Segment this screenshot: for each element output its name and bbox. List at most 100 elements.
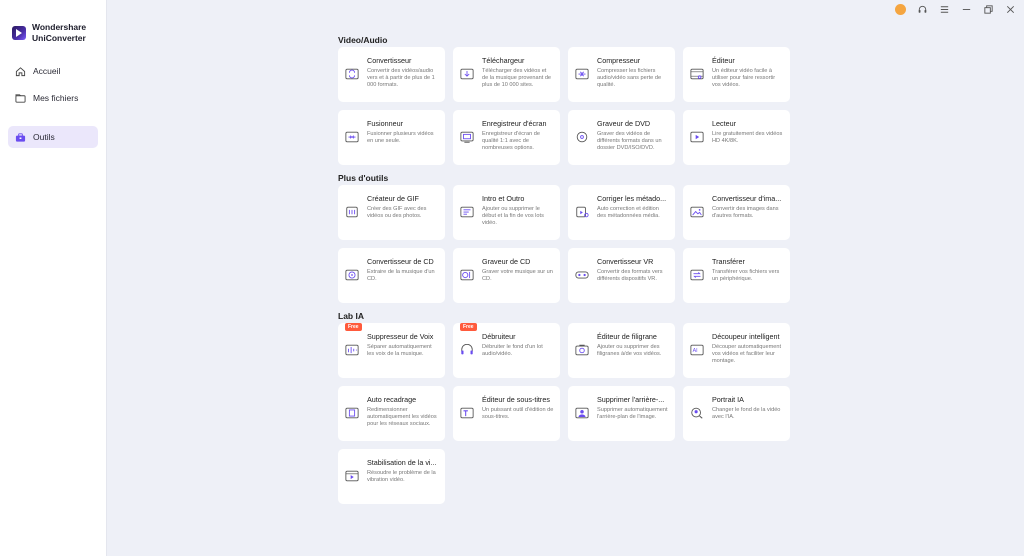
tool-card-transferer[interactable]: Transférer Transférer vos fichiers vers u… — [683, 248, 790, 303]
tool-card-description: Convertir des vidéos/audio vers et à par… — [367, 68, 435, 88]
tool-card-description: Extraire de la musique d'un CD. — [367, 269, 435, 282]
restore-icon[interactable] — [983, 4, 994, 15]
tool-card-description: Ajouter ou supprimer des filigranes à/de… — [597, 344, 662, 357]
tool-card-description: Fusionner plusieurs vidéos en une seule. — [367, 131, 434, 144]
tool-card-editeur[interactable]: Éditeur Un éditeur vidéo facile à utilise… — [683, 47, 790, 102]
sidebar-item-outils[interactable]: Outils — [8, 126, 98, 148]
reframe-icon — [345, 407, 359, 419]
tool-card-corriger-les-metado[interactable]: Corriger les métado... Auto correction et… — [568, 185, 675, 240]
tool-card-convertisseur-d-ima[interactable]: Convertisseur d'ima... Convertir des imag… — [683, 185, 790, 240]
compress-icon — [575, 68, 589, 80]
screen-record-icon — [460, 131, 474, 143]
player-icon — [690, 131, 704, 143]
tool-card-title: Portrait IA — [712, 395, 744, 404]
download-icon — [460, 68, 474, 80]
sidebar-nav: Accueil Mes fichiers Outils — [0, 60, 106, 148]
tool-card-auto-recadrage[interactable]: Auto recadrage Redimensionner automatique… — [338, 386, 445, 441]
section-plus-d-outils: Plus d'outils Créateur de GIF Créer des GI… — [338, 173, 798, 303]
voice-remove-icon — [345, 344, 359, 356]
brand: Wondershare UniConverter — [0, 22, 106, 44]
intro-icon — [460, 206, 474, 218]
free-badge: Free — [345, 323, 362, 331]
tool-card-lecteur[interactable]: Lecteur Lire gratuitement des vidéos HD 4… — [683, 110, 790, 165]
tool-card-description: Supprimer automatiquement l'arrière-plan… — [597, 407, 668, 420]
tool-card-title: Graveur de DVD — [597, 119, 651, 128]
tool-card-description: Compresser les fichiers audio/vidéo sans… — [597, 68, 662, 88]
tool-card-convertisseur-de-cd[interactable]: Convertisseur de CD Extraire de la musiqu… — [338, 248, 445, 303]
bg-remove-icon — [575, 407, 589, 419]
tool-card-title: Fusionneur — [367, 119, 403, 128]
brand-line-1: Wondershare — [32, 22, 87, 32]
tool-card-title: Compresseur — [597, 56, 641, 65]
merge-icon — [345, 131, 359, 143]
sidebar-item-label: Mes fichiers — [33, 93, 79, 103]
tool-card-title: Enregistreur d'écran — [482, 119, 547, 128]
close-icon[interactable] — [1005, 4, 1016, 15]
stabilize-icon — [345, 470, 359, 482]
sidebar-item-label: Outils — [33, 132, 55, 142]
tool-card-createur-de-gif[interactable]: Créateur de GIF Créer des GIF avec des vi… — [338, 185, 445, 240]
vr-icon — [575, 271, 589, 279]
tool-card-title: Auto recadrage — [367, 395, 417, 404]
section-lab-ia: Lab IA Free Suppresseur de Voix Séparer aut… — [338, 311, 798, 504]
headset-icon[interactable] — [917, 4, 928, 15]
tool-card-description: Convertir des formats vers différents di… — [597, 269, 663, 282]
tool-card-description: Redimensionner automatiquement les vidéo… — [367, 407, 437, 427]
gif-icon — [346, 206, 358, 218]
uniconverter-logo-icon — [12, 26, 26, 40]
tool-card-graveur-de-dvd[interactable]: Graveur de DVD Graver des vidéos de diffé… — [568, 110, 675, 165]
tool-card-editeur-de-sous-titres[interactable]: Éditeur de sous-titres Un puissant outil … — [453, 386, 560, 441]
tool-card-editeur-de-filigrane[interactable]: Éditeur de filigrane Ajouter ou supprimer… — [568, 323, 675, 378]
tool-card-description: Graver votre musique sur un CD. — [482, 269, 553, 282]
folder-icon — [15, 93, 26, 103]
tool-card-fusionneur[interactable]: Fusionneur Fusionner plusieurs vidéos en … — [338, 110, 445, 165]
tools-content: Video/Audio Convertisseur Convertir des vi… — [338, 35, 798, 504]
denoise-icon — [461, 344, 473, 355]
home-icon — [15, 66, 26, 76]
brand-line-2: UniConverter — [32, 33, 86, 43]
tool-card-title: Suppresseur de Voix — [367, 332, 434, 341]
convert-icon — [345, 68, 359, 80]
ai-cutter-icon: AI — [690, 344, 704, 356]
tool-card-suppresseur-de-voix[interactable]: Free Suppresseur de Voix Séparer automatiq… — [338, 323, 445, 378]
metadata-icon — [576, 206, 589, 218]
tool-card-decoupeur-intelligent[interactable]: AI Découpeur intelligent Découper automati… — [683, 323, 790, 378]
tool-card-title: Corriger les métado... — [597, 194, 667, 203]
tool-card-title: Lecteur — [712, 119, 736, 128]
tool-card-supprimer-l-arriere[interactable]: Supprimer l'arrière-... Supprimer automat… — [568, 386, 675, 441]
tool-card-description: Créer des GIF avec des vidéos ou des pho… — [367, 206, 427, 219]
tool-card-description: Transférer vos fichiers vers un périphér… — [712, 269, 780, 282]
tool-card-title: Supprimer l'arrière-... — [597, 395, 665, 404]
tool-card-stabilisation-de-la-vi[interactable]: Stabilisation de la vi... Résoudre le pro… — [338, 449, 445, 504]
tool-card-description: Un éditeur vidéo facile à utiliser pour … — [712, 68, 776, 88]
tool-card-convertisseur[interactable]: Convertisseur Convertir des vidéos/audio … — [338, 47, 445, 102]
tool-card-title: Intro et Outro — [482, 194, 525, 203]
menu-icon[interactable] — [939, 4, 950, 15]
sidebar: Wondershare UniConverter Accueil Mes fic… — [0, 0, 107, 556]
tool-card-description: Changer le fond de la vidéo avec l'IA. — [712, 407, 781, 420]
tool-card-graveur-de-cd[interactable]: Graveur de CD Graver votre musique sur un… — [453, 248, 560, 303]
tool-card-intro-et-outro[interactable]: Intro et Outro Ajouter ou supprimer le dé… — [453, 185, 560, 240]
tool-card-convertisseur-vr[interactable]: Convertisseur VR Convertir des formats ve… — [568, 248, 675, 303]
tool-card-portrait-ia[interactable]: Portrait IA Changer le fond de la vidéo a… — [683, 386, 790, 441]
avatar-icon[interactable] — [895, 4, 906, 15]
tool-card-title: Éditeur de sous-titres — [482, 395, 550, 404]
tool-card-description: Résoudre le problème de la vibration vid… — [367, 470, 436, 483]
tool-card-compresseur[interactable]: Compresseur Compresser les fichiers audio… — [568, 47, 675, 102]
tool-card-description: Un puissant outil d'édition de sous-titr… — [482, 407, 554, 420]
tool-card-description: Graver des vidéos de différents formats … — [597, 131, 662, 151]
svg-text:AI: AI — [693, 348, 698, 354]
tool-card-description: Convertir des images dans d'autres forma… — [712, 206, 779, 219]
portrait-icon — [691, 407, 703, 419]
toolbox-icon — [15, 132, 26, 142]
sidebar-item-mes-fichiers[interactable]: Mes fichiers — [0, 87, 106, 109]
tool-card-enregistreur-d-ecran[interactable]: Enregistreur d'écran Enregistreur d'écran… — [453, 110, 560, 165]
tool-grid: Free Suppresseur de Voix Séparer automatiq… — [338, 323, 798, 504]
sidebar-item-accueil[interactable]: Accueil — [0, 60, 106, 82]
tool-card-debruiteur[interactable]: Free Débruiteur Débruiter le fond d'un lot… — [453, 323, 560, 378]
tool-card-telechargeur[interactable]: Téléchargeur Télécharger des vidéos et de… — [453, 47, 560, 102]
sidebar-item-label: Accueil — [33, 66, 61, 76]
minimize-icon[interactable] — [961, 4, 972, 15]
tool-card-description: Télécharger des vidéos et de la musique … — [482, 68, 552, 88]
tool-card-description: Débruiter le fond d'un lot audio/vidéo. — [482, 344, 543, 357]
